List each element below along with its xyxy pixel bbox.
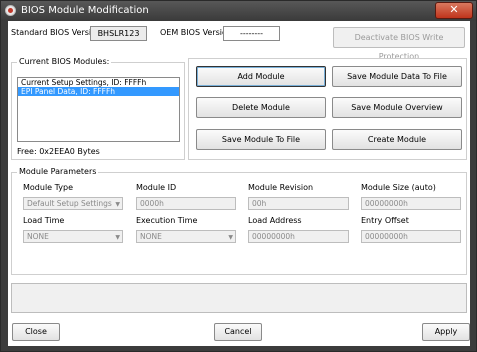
save-module-to-file-button[interactable]: Save Module To File: [196, 129, 326, 150]
chevron-down-icon: ▼: [228, 234, 233, 241]
entry-offset-input[interactable]: 00000000h: [361, 230, 461, 243]
status-area: [11, 283, 467, 313]
module-type-value: Default Setup Settings: [27, 199, 112, 208]
create-module-button[interactable]: Create Module: [332, 129, 462, 150]
close-button[interactable]: Close: [12, 323, 60, 341]
load-address-input[interactable]: 00000000h: [248, 230, 349, 243]
current-bios-modules-group: Current BIOS Modules: Current Setup Sett…: [11, 57, 185, 160]
add-module-button[interactable]: Add Module: [196, 66, 326, 87]
free-space-text: Free: 0x2EEA0 Bytes: [17, 147, 100, 156]
apply-button[interactable]: Apply: [422, 323, 470, 341]
module-parameters-title: Module Parameters: [17, 167, 99, 177]
oem-bios-version-field: --------: [223, 26, 280, 41]
window-title: BIOS Module Modification: [21, 5, 149, 16]
module-id-label: Module ID: [136, 183, 177, 192]
standard-bios-version-field: BHSLR123: [90, 26, 147, 41]
module-size-input: 00000000h: [361, 197, 461, 210]
module-type-label: Module Type: [23, 183, 74, 192]
module-list-item[interactable]: EPI Panel Data, ID: FFFFh: [18, 87, 179, 96]
module-revision-label: Module Revision: [248, 183, 314, 192]
title-bar[interactable]: BIOS Module Modification ✕: [1, 1, 476, 21]
modules-listbox[interactable]: Current Setup Settings, ID: FFFFh EPI Pa…: [17, 77, 180, 142]
dialog-client-area: Standard BIOS Version: BHSLR123 OEM BIOS…: [8, 21, 470, 346]
delete-module-button[interactable]: Delete Module: [196, 97, 326, 118]
deactivate-write-protection-button[interactable]: Deactivate BIOS Write Protection: [333, 27, 465, 61]
module-actions-group: Add Module Save Module Data To File Dele…: [188, 58, 467, 160]
module-size-label: Module Size (auto): [361, 183, 436, 192]
module-type-select[interactable]: Default Setup Settings ▼: [23, 197, 123, 210]
dialog-window: BIOS Module Modification ✕ Standard BIOS…: [0, 0, 477, 352]
save-module-data-button[interactable]: Save Module Data To File: [332, 66, 462, 87]
window-close-button[interactable]: ✕: [435, 2, 473, 19]
load-time-label: Load Time: [23, 216, 65, 225]
execution-time-value: NONE: [140, 232, 162, 241]
execution-time-label: Execution Time: [136, 216, 198, 225]
current-bios-modules-title: Current BIOS Modules:: [17, 57, 112, 67]
app-icon: [5, 5, 16, 16]
load-address-label: Load Address: [248, 216, 302, 225]
module-id-input[interactable]: 0000h: [136, 197, 236, 210]
cancel-button[interactable]: Cancel: [214, 323, 262, 341]
entry-offset-label: Entry Offset: [361, 216, 409, 225]
execution-time-select[interactable]: NONE ▼: [136, 230, 236, 243]
load-time-select[interactable]: NONE ▼: [23, 230, 123, 243]
chevron-down-icon: ▼: [115, 201, 120, 208]
module-parameters-group: Module Parameters Module Type Default Se…: [11, 167, 467, 275]
chevron-down-icon: ▼: [115, 234, 120, 241]
load-time-value: NONE: [27, 232, 49, 241]
module-revision-input[interactable]: 00h: [248, 197, 349, 210]
module-list-item[interactable]: Current Setup Settings, ID: FFFFh: [18, 78, 179, 87]
save-module-overview-button[interactable]: Save Module Overview: [332, 97, 462, 118]
